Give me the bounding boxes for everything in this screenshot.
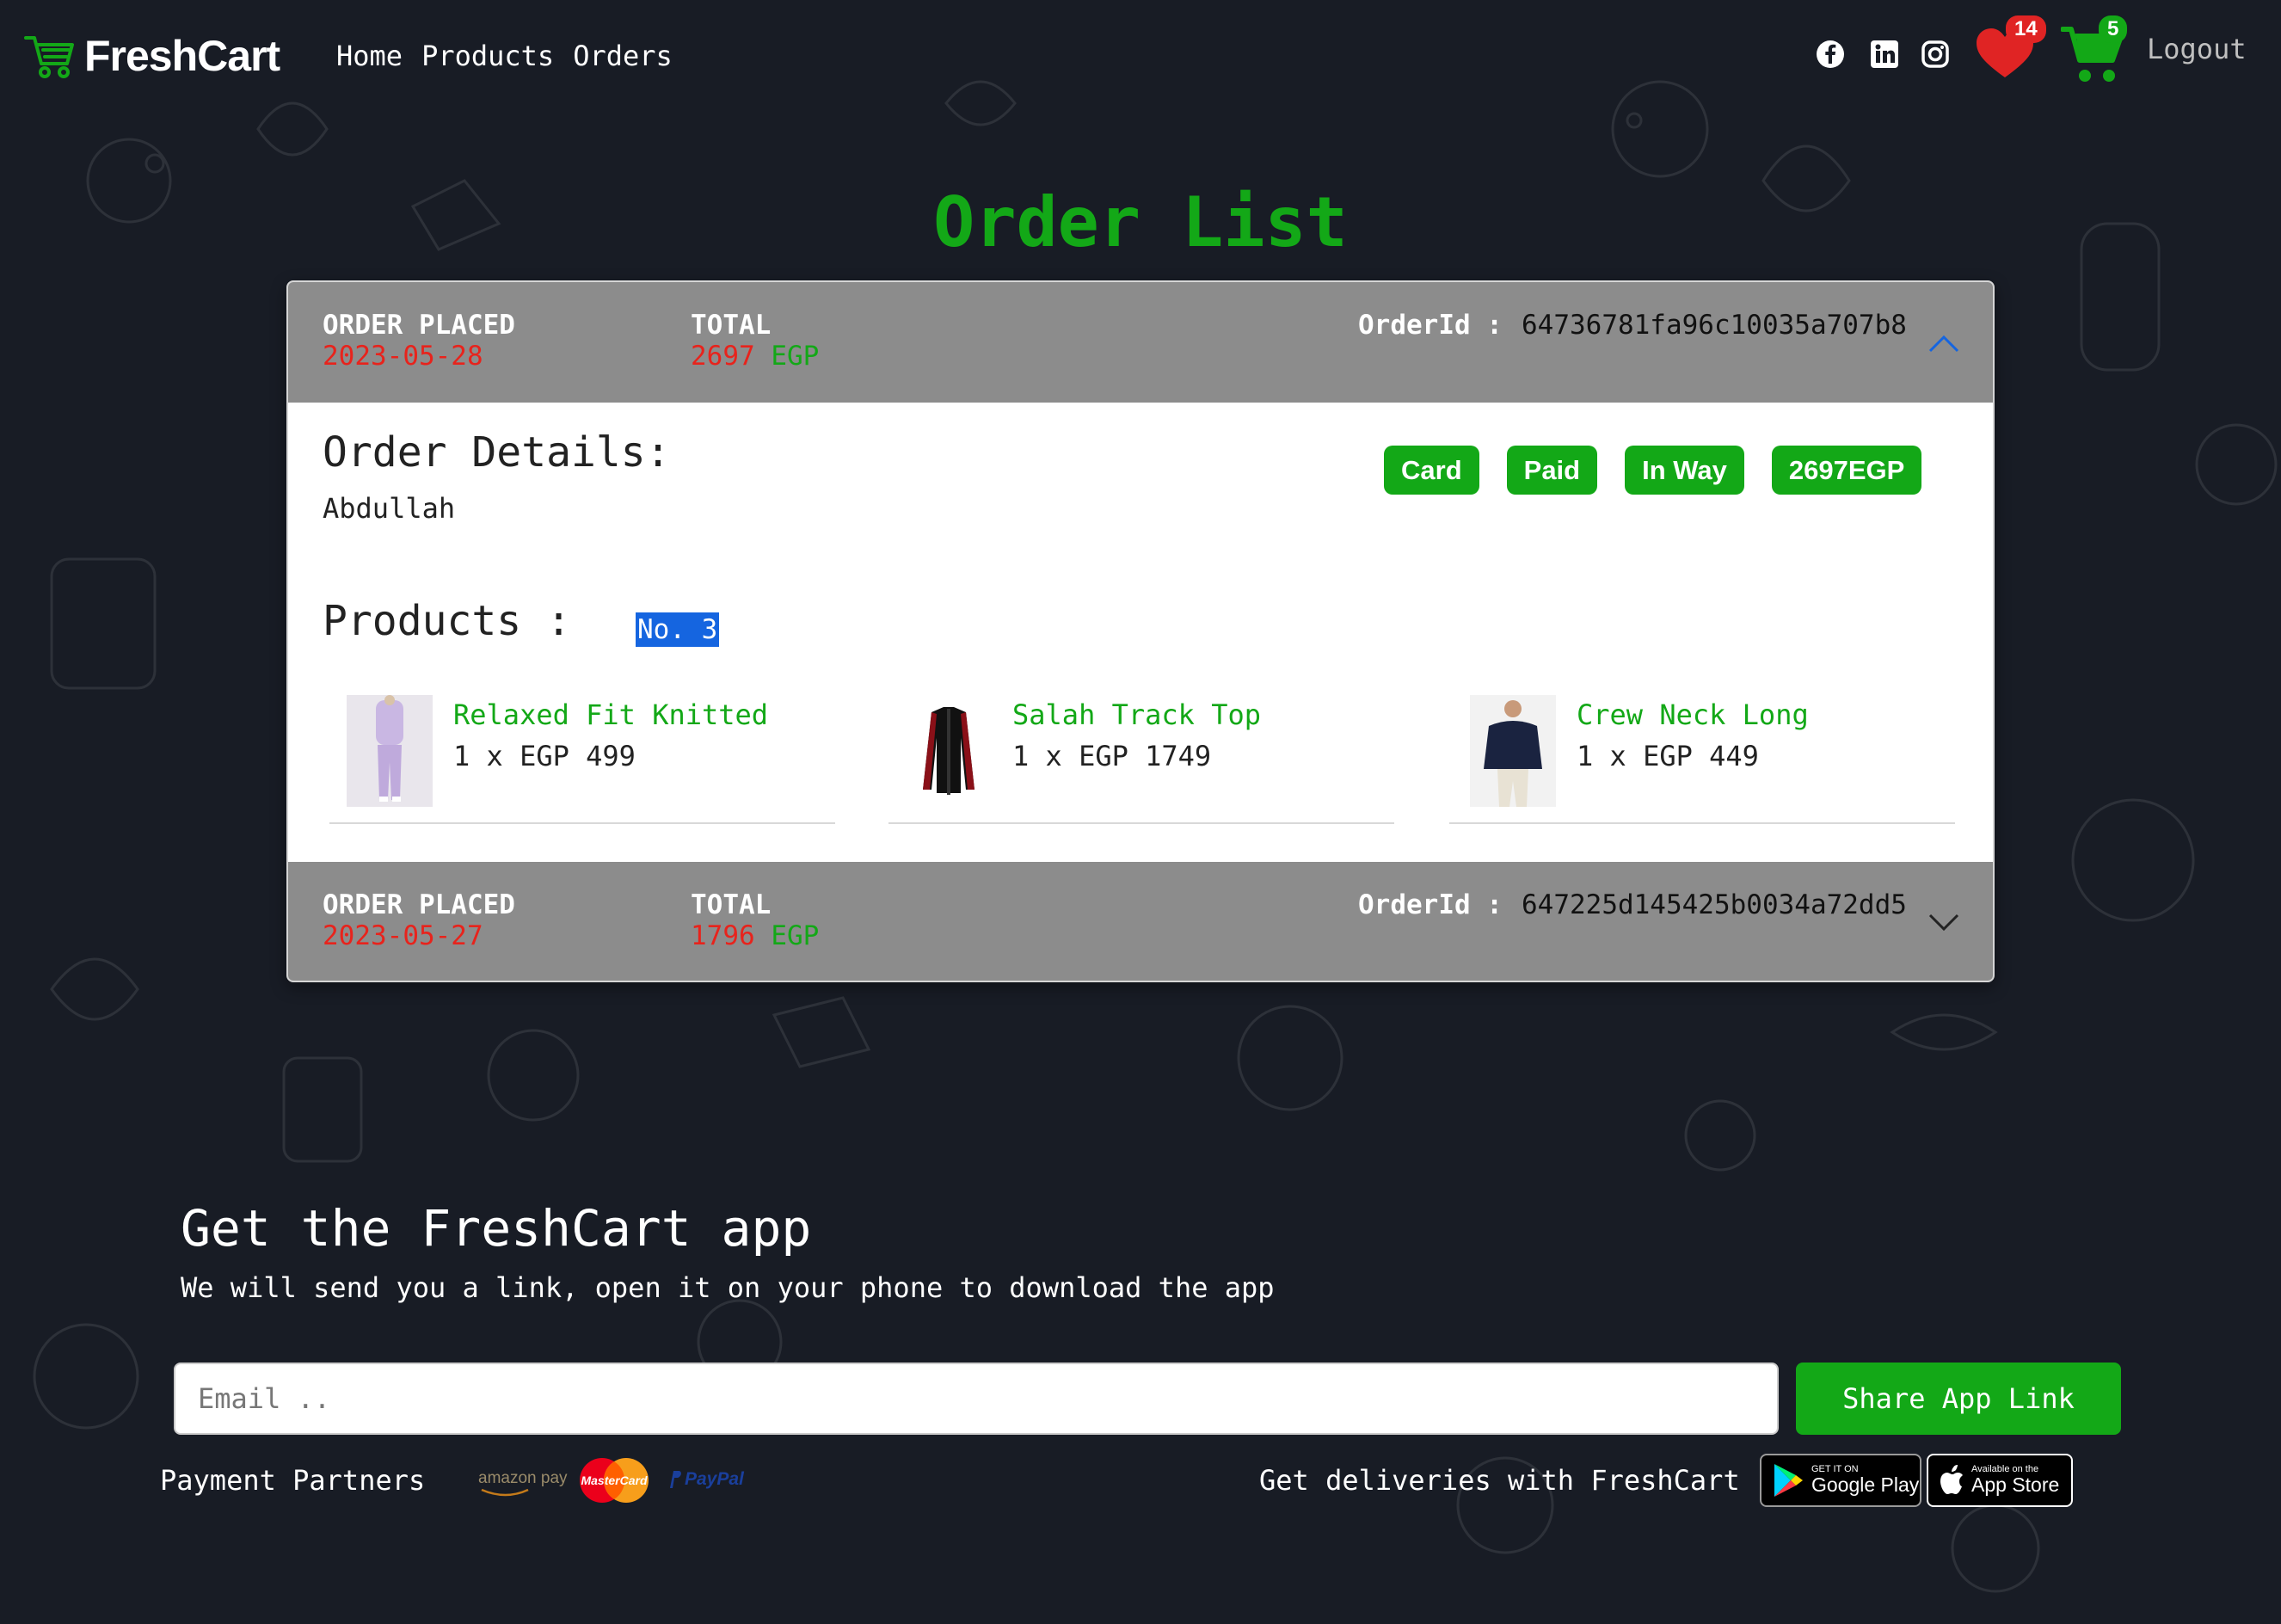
amazon-pay-logo: amazon pay: [478, 1469, 568, 1497]
order-placed-label: ORDER PLACED: [323, 310, 515, 341]
navbar: FreshCart Home Products Orders 14 5 Logo…: [0, 0, 2281, 117]
product-name[interactable]: Crew Neck Long: [1577, 698, 1809, 731]
logout-link[interactable]: Logout: [2147, 33, 2247, 65]
order-total-label: TOTAL: [691, 310, 772, 341]
order-price-badge: 2697EGP: [1771, 446, 1922, 495]
product-name[interactable]: Salah Track Top: [1012, 698, 1261, 731]
wishlist-count-badge: 14: [2006, 15, 2046, 43]
cart-count-badge: 5: [2099, 15, 2128, 43]
orders-accordion: ORDER PLACED 2023-05-28 TOTAL 2697 EGP O…: [286, 280, 1995, 982]
chevron-down-icon[interactable]: [1927, 910, 1961, 932]
product-image: [906, 695, 992, 807]
customer-name: Abdullah: [323, 492, 456, 525]
product-quantity-price: 1 x EGP 1749: [1012, 740, 1212, 772]
order-product-item[interactable]: Relaxed Fit Knitted 1 x EGP 499: [329, 695, 835, 824]
nav-links: Home Products Orders: [336, 40, 673, 72]
mastercard-logo: MasterCard: [580, 1458, 649, 1503]
order-placed-date: 2023-05-28: [323, 341, 483, 372]
order-id-value: 647225d145425b0034a72dd5: [1522, 889, 1907, 920]
order-details-panel: Order Details: Abdullah Card Paid In Way…: [288, 403, 1993, 862]
instagram-icon[interactable]: [1921, 40, 1950, 69]
delivery-status-badge: In Way: [1625, 446, 1744, 495]
chevron-up-icon[interactable]: [1927, 332, 1961, 354]
order-status-badges: Card Paid In Way 2697EGP: [1384, 446, 1922, 495]
payment-partners-label: Payment Partners: [160, 1464, 426, 1497]
order-product-item[interactable]: Salah Track Top 1 x EGP 1749: [888, 695, 1394, 824]
product-quantity-price: 1 x EGP 449: [1577, 740, 1759, 772]
google-play-big-text: Google Play: [1811, 1473, 1920, 1497]
email-input[interactable]: [174, 1363, 1779, 1435]
order-total-amount: 1796: [691, 920, 755, 951]
order-id-value: 64736781fa96c10035a707b8: [1522, 310, 1907, 341]
apple-icon: [1940, 1465, 1963, 1494]
nav-products-link[interactable]: Products: [421, 40, 554, 72]
google-play-icon: [1774, 1464, 1803, 1497]
get-deliveries-label: Get deliveries with FreshCart: [1259, 1464, 1740, 1497]
products-heading: Products :: [323, 597, 571, 645]
order-total-currency: EGP: [771, 920, 820, 951]
shopping-cart-icon: [24, 36, 74, 78]
order-header-collapsed[interactable]: ORDER PLACED 2023-05-27 TOTAL 1796 EGP O…: [288, 862, 1993, 981]
order-total-amount: 2697: [691, 341, 755, 372]
order-total-value: 1796 EGP: [691, 920, 819, 951]
nav-home-link[interactable]: Home: [336, 40, 403, 72]
product-name[interactable]: Relaxed Fit Knitted: [453, 698, 768, 731]
product-image: [347, 695, 433, 807]
products-count: No. 3: [636, 612, 720, 647]
page-title: Order List: [933, 182, 1348, 262]
share-app-link-button[interactable]: Share App Link: [1796, 1363, 2121, 1435]
amazon-smile-icon: [481, 1488, 529, 1497]
product-quantity-price: 1 x EGP 499: [453, 740, 636, 772]
amazon-pay-text: amazon pay: [478, 1469, 568, 1487]
app-store-big-text: App Store: [1971, 1473, 2060, 1497]
brand-name: FreshCart: [84, 32, 280, 80]
paypal-text: PayPal: [685, 1469, 744, 1489]
app-promo-title: Get the FreshCart app: [181, 1199, 812, 1258]
order-id-label: OrderId :: [1358, 310, 1503, 341]
paypal-logo: PayPal: [667, 1469, 744, 1490]
order-placed-date: 2023-05-27: [323, 920, 483, 951]
linkedin-icon[interactable]: [1870, 40, 1899, 69]
mastercard-text: MasterCard: [581, 1473, 647, 1487]
google-play-button[interactable]: GET IT ON Google Play: [1760, 1454, 1921, 1507]
order-total-label: TOTAL: [691, 889, 772, 920]
order-total-value: 2697 EGP: [691, 341, 819, 372]
brand-logo[interactable]: FreshCart: [21, 31, 280, 81]
order-details-title: Order Details:: [323, 428, 671, 477]
order-placed-label: ORDER PLACED: [323, 889, 515, 920]
nav-orders-link[interactable]: Orders: [573, 40, 673, 72]
order-header-expanded[interactable]: ORDER PLACED 2023-05-28 TOTAL 2697 EGP O…: [288, 282, 1993, 403]
app-store-button[interactable]: Available on the App Store: [1927, 1454, 2073, 1507]
payment-status-badge: Paid: [1506, 446, 1598, 495]
paypal-p-icon: [670, 1471, 681, 1488]
order-product-item[interactable]: Crew Neck Long 1 x EGP 449: [1449, 695, 1955, 824]
order-total-currency: EGP: [771, 341, 820, 372]
payment-method-badge: Card: [1384, 446, 1479, 495]
app-promo-subtitle: We will send you a link, open it on your…: [181, 1271, 1275, 1304]
facebook-icon[interactable]: [1816, 40, 1845, 69]
product-image: [1470, 695, 1556, 807]
order-id-label: OrderId :: [1358, 889, 1503, 920]
